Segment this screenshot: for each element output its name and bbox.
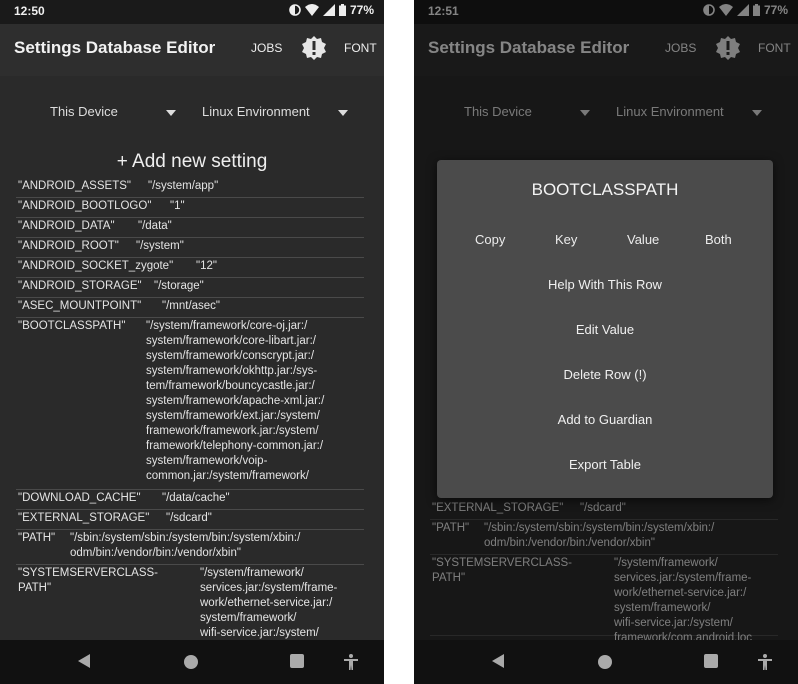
table-row[interactable]: "ASEC_MOUNTPOINT" "/mnt/asec": [16, 298, 364, 318]
environment-spinner-label: Linux Environment: [202, 104, 310, 119]
nav-bar: [414, 640, 798, 684]
battery-icon: [338, 4, 346, 16]
signal-icon: [322, 4, 335, 16]
device-spinner-label: This Device: [50, 104, 118, 119]
status-time: 12:50: [14, 4, 45, 18]
copy-label: Copy: [475, 232, 506, 247]
accessibility-icon[interactable]: [758, 654, 772, 670]
setting-value: "1": [170, 200, 185, 212]
setting-key: "BOOTCLASSPATH": [18, 320, 126, 332]
setting-value: "/mnt/asec": [162, 300, 221, 312]
export-table-button[interactable]: Export Table: [437, 457, 773, 472]
home-icon[interactable]: [597, 654, 613, 670]
phone-screen-main: 12:50 77% Settings Database Editor JOBS …: [0, 0, 384, 684]
do-not-disturb-icon: [289, 4, 301, 16]
setting-value: "/data": [138, 220, 172, 232]
app-bar: Settings Database Editor JOBS FONT: [0, 24, 384, 76]
back-icon[interactable]: [492, 654, 506, 668]
alert-badge-icon[interactable]: [301, 35, 327, 61]
copy-both-button[interactable]: Both: [705, 232, 732, 247]
copy-options: Copy Key Value Both: [437, 232, 773, 252]
table-row[interactable]: "PATH" "/sbin:/system/sbin:/system/bin:/s…: [16, 530, 364, 565]
setting-value: "12": [196, 260, 217, 272]
font-button[interactable]: FONT: [344, 41, 377, 55]
table-row[interactable]: "ANDROID_BOOTLOGO" "1": [16, 198, 364, 218]
table-row[interactable]: "SYSTEMSERVERCLASS- PATH" "/system/framew…: [16, 565, 364, 654]
copy-key-button[interactable]: Key: [555, 232, 577, 247]
recents-icon[interactable]: [290, 654, 304, 668]
setting-key: "DOWNLOAD_CACHE": [18, 492, 141, 504]
setting-value: "/sbin:/system/sbin:/system/bin:/system/…: [70, 532, 301, 559]
setting-key: "ANDROID_ASSETS": [18, 180, 131, 192]
setting-value: "/system": [136, 240, 184, 252]
add-to-guardian-button[interactable]: Add to Guardian: [437, 412, 773, 427]
table-row[interactable]: "ANDROID_DATA" "/data": [16, 218, 364, 238]
status-bar: 12:50 77%: [0, 0, 384, 24]
battery-percent: 77%: [349, 3, 374, 17]
settings-table: "ANDROID_ASSETS" "/system/app" "ANDROID_BO…: [16, 178, 364, 654]
table-row[interactable]: "BOOTCLASSPATH" "/system/framework/core-o…: [16, 318, 364, 490]
help-with-row-button[interactable]: Help With This Row: [437, 277, 773, 292]
setting-key: "SYSTEMSERVERCLASS- PATH": [18, 567, 158, 594]
copy-value-button[interactable]: Value: [627, 232, 659, 247]
recents-icon[interactable]: [704, 654, 718, 668]
table-row[interactable]: "DOWNLOAD_CACHE" "/data/cache": [16, 490, 364, 510]
chevron-down-icon: [166, 110, 176, 116]
setting-key: "ANDROID_BOOTLOGO": [18, 200, 152, 212]
setting-value: "/system/framework/core-oj.jar:/ system/…: [146, 320, 325, 482]
setting-key: "ASEC_MOUNTPOINT": [18, 300, 142, 312]
setting-key: "ANDROID_SOCKET_zygote": [18, 260, 174, 272]
table-row[interactable]: "ANDROID_ROOT" "/system": [16, 238, 364, 258]
chevron-down-icon: [338, 110, 348, 116]
nav-bar: [0, 640, 384, 684]
setting-key: "EXTERNAL_STORAGE": [18, 512, 150, 524]
phone-screen-dialog: 12:51 77% Settings Database Editor JOBS …: [414, 0, 798, 684]
setting-value: "/sdcard": [166, 512, 212, 524]
setting-value: "/system/app": [148, 180, 219, 192]
wifi-icon: [304, 4, 319, 16]
setting-key: "ANDROID_STORAGE": [18, 280, 142, 292]
app-title: Settings Database Editor: [14, 38, 216, 57]
dialog-title: BOOTCLASSPATH: [531, 180, 679, 199]
table-row[interactable]: "EXTERNAL_STORAGE" "/sdcard": [16, 510, 364, 530]
table-row[interactable]: "ANDROID_ASSETS" "/system/app": [16, 178, 364, 198]
setting-value: "/storage": [154, 280, 204, 292]
jobs-button[interactable]: JOBS: [251, 41, 282, 55]
delete-row-button[interactable]: Delete Row (!): [437, 367, 773, 382]
setting-value: "/data/cache": [162, 492, 230, 504]
spinner-row: This Device Linux Environment: [0, 98, 384, 128]
setting-key: "ANDROID_DATA": [18, 220, 115, 232]
table-row[interactable]: "ANDROID_STORAGE" "/storage": [16, 278, 364, 298]
add-new-setting-button[interactable]: + Add new setting: [0, 151, 384, 173]
edit-value-button[interactable]: Edit Value: [437, 322, 773, 337]
table-row[interactable]: "ANDROID_SOCKET_zygote" "12": [16, 258, 364, 278]
back-icon[interactable]: [78, 654, 92, 668]
row-options-dialog: BOOTCLASSPATH Copy Key Value Both Help W…: [437, 160, 773, 498]
home-icon[interactable]: [183, 654, 199, 670]
accessibility-icon[interactable]: [344, 654, 358, 670]
setting-key: "PATH": [18, 532, 56, 544]
setting-key: "ANDROID_ROOT": [18, 240, 119, 252]
